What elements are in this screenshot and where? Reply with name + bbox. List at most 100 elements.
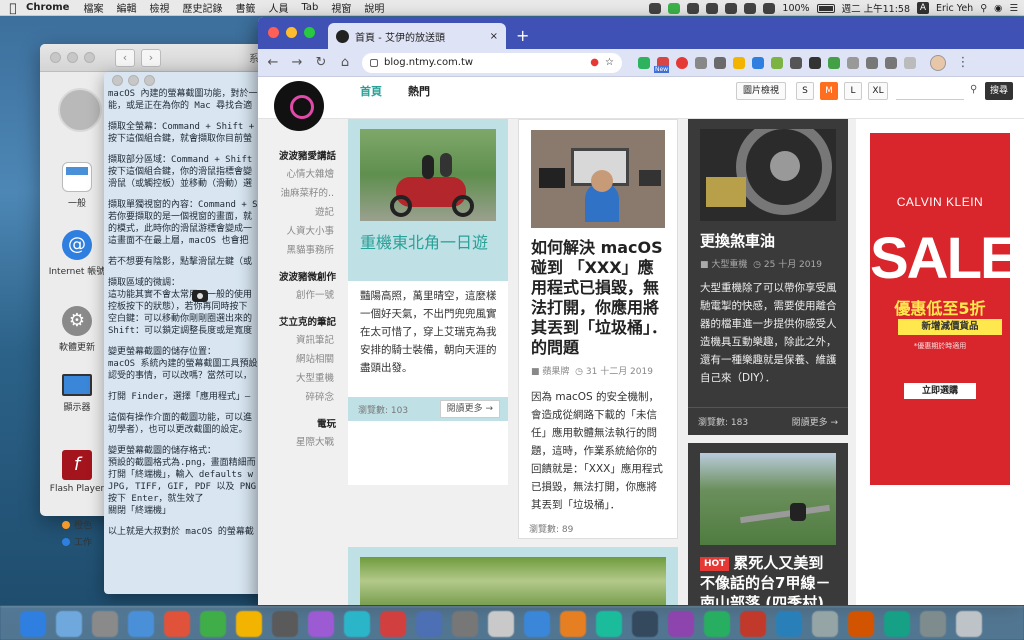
tag-orange[interactable]: 橙色 [62,516,106,533]
dock-app-icon[interactable] [920,610,946,637]
extension-icon[interactable] [733,56,745,69]
dock-app-icon[interactable] [308,610,334,637]
home-icon[interactable]: ⌂ [338,55,352,70]
sidebar-link[interactable]: 網站相關 [258,350,346,369]
size-l-button[interactable]: L [844,82,862,100]
advertisement-banner[interactable]: CALVIN KLEIN SALE 優惠低至5折 新增減價貨品 *優惠期於時適用… [870,133,1019,485]
post-title[interactable]: 如何解決 macOS 碰到 「XXX」應用程式已損毀，無法打開，你應用將其丟到「… [531,238,667,358]
minimize-button[interactable] [128,74,139,86]
extension-icon[interactable] [714,56,726,69]
post-category[interactable]: 大型重機 [711,260,747,270]
tag-work[interactable]: 工作 [62,533,106,550]
post-thumbnail[interactable] [531,130,665,228]
notification-center-icon[interactable]: ☰ [1009,3,1018,14]
dock-app-icon[interactable] [884,610,910,637]
extension-icon[interactable] [904,56,916,69]
sidebar-link[interactable]: 心情大雜燴 [258,165,346,184]
search-input[interactable] [896,82,964,100]
sidebar-link[interactable]: 油麻菜籽的.. [258,184,346,203]
gamepad-icon[interactable] [744,2,757,14]
post-card[interactable]: 更換煞車油 ■ 大型重機 ◷ 25 十月 2019 大型重機除了可以帶你享受風馳… [688,119,848,435]
size-xl-button[interactable]: XL [868,82,888,100]
sidebar-link[interactable]: 黑貓事務所 [258,241,346,260]
user-name[interactable]: Eric Yeh [936,3,973,14]
sidebar-section[interactable]: 波波豬微創作 [258,270,346,286]
sidebar-link[interactable]: 人資大小事 [258,222,346,241]
input-source-icon[interactable]: A [917,2,929,14]
extension-icon[interactable] [695,56,707,69]
dock-app-icon[interactable] [128,610,154,637]
post-thumbnail[interactable] [700,129,836,221]
extension-icon[interactable] [828,56,840,69]
menu-help[interactable]: 說明 [364,0,384,15]
dock-app-icon[interactable] [596,610,622,637]
star-icon[interactable]: ☆ [605,57,614,68]
wechat-icon[interactable] [706,2,719,14]
dock-app-icon[interactable] [344,610,370,637]
sidebar-link[interactable]: 資訊筆記 [258,331,346,350]
menu-edit[interactable]: 編輯 [116,0,136,15]
clock[interactable]: 週二 上午11:58 [842,1,910,15]
post-card[interactable]: 如何解決 macOS 碰到 「XXX」應用程式已損毀，無法打開，你應用將其丟到「… [518,119,678,539]
sidebar-section[interactable]: 電玩 [258,417,346,433]
dock-app-icon[interactable] [560,610,586,637]
menu-file[interactable]: 檔案 [83,0,103,15]
evernote-icon[interactable] [638,56,650,69]
dock-app-icon[interactable] [632,610,658,637]
zoom-button[interactable] [304,27,315,38]
apple-menu-icon[interactable]:  [0,1,26,15]
extension-icon[interactable] [809,56,821,69]
extension-icon[interactable] [866,56,878,69]
extension-badge-icon[interactable]: ● [590,57,599,68]
search-button[interactable]: 搜尋 [985,82,1014,100]
sidebar-section[interactable]: 波波豬愛講話 [258,149,346,165]
extension-icon[interactable] [790,56,802,69]
extension-icon[interactable] [847,56,859,69]
ad-cta-button[interactable]: 立即選購 [904,383,976,399]
dock-app-icon[interactable] [200,610,226,637]
dock-app-icon[interactable] [668,610,694,637]
sidebar-link[interactable]: 大型重機 [258,369,346,388]
dock-app-icon[interactable] [452,610,478,637]
extension-icon[interactable] [752,56,764,69]
dock-app-icon[interactable] [776,610,802,637]
zoom-button[interactable] [84,52,95,63]
size-s-button[interactable]: S [796,82,814,100]
sidebar-link[interactable]: 遊記 [258,203,346,222]
pref-internet-accounts[interactable]: @ Internet 帳號 [46,230,108,277]
cloud-icon[interactable] [725,2,738,14]
new-extension-icon[interactable]: New [654,56,670,73]
nav-home[interactable]: 首頁 [360,83,382,99]
zoom-button[interactable] [144,74,155,86]
pref-general[interactable]: 一般 [46,162,108,209]
post-author[interactable]: 蘋果牌 [542,367,569,377]
dock-app-icon[interactable] [56,610,82,637]
post-thumbnail[interactable] [360,129,496,221]
dock-app-icon[interactable] [380,610,406,637]
post-thumbnail[interactable] [360,557,666,605]
menu-window[interactable]: 視窗 [331,0,351,15]
forward-button[interactable]: › [141,48,161,67]
status-app-icon[interactable] [649,2,662,14]
menu-kebab-icon[interactable]: ⋮ [956,55,970,70]
post-thumbnail[interactable] [700,453,836,545]
stop-icon[interactable] [676,56,688,69]
siri-icon[interactable]: ◉ [994,3,1002,14]
close-button[interactable] [50,52,61,63]
menu-app-name[interactable]: Chrome [26,2,69,13]
sidebar-link[interactable]: 碎碎念 [258,388,346,407]
profile-avatar[interactable] [930,54,946,71]
address-bar[interactable]: blog.ntmy.com.tw ● ☆ [362,52,622,73]
minimize-button[interactable] [286,27,297,38]
reload-icon[interactable]: ↻ [314,55,328,70]
dock-app-icon[interactable] [92,610,118,637]
pref-software-update[interactable]: ⚙ 軟體更新 [46,306,108,353]
display-icon[interactable] [687,2,700,14]
post-title[interactable]: 更換煞車油 [700,231,838,251]
new-tab-button[interactable]: + [516,26,529,45]
dock-app-icon[interactable] [236,610,262,637]
size-m-button[interactable]: M [820,82,838,100]
wifi-icon[interactable] [763,2,776,14]
sidebar-link[interactable]: 創作一號 [258,286,346,305]
minimize-button[interactable] [67,52,78,63]
